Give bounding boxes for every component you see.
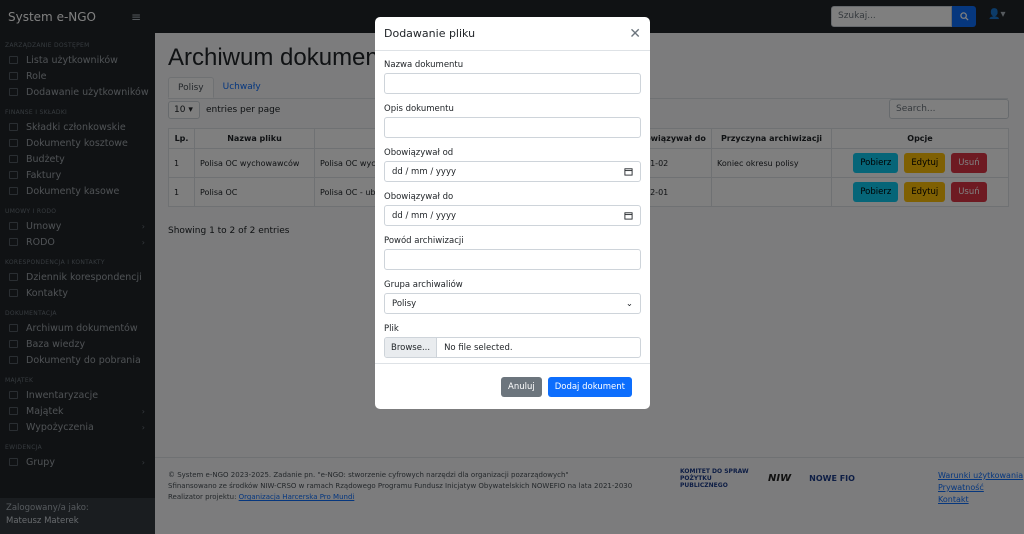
file-input[interactable]: Browse... No file selected. xyxy=(384,337,641,358)
modal-title: Dodawanie pliku xyxy=(384,27,476,40)
modal-body: Nazwa dokumentu Opis dokumentu Obowiązyw… xyxy=(375,51,650,358)
modal-footer: Anuluj Dodaj dokument xyxy=(375,363,650,409)
valid-from-value: dd / mm / yyyy xyxy=(392,166,457,177)
valid-to-label: Obowiązywał do xyxy=(384,192,454,202)
valid-from-label: Obowiązywał od xyxy=(384,148,454,158)
browse-button[interactable]: Browse... xyxy=(385,338,438,357)
chevron-down-icon: ⌄ xyxy=(625,298,633,309)
add-document-button[interactable]: Dodaj dokument xyxy=(547,376,632,397)
doc-desc-label: Opis dokumentu xyxy=(384,104,454,114)
cancel-button[interactable]: Anuluj xyxy=(501,376,542,397)
calendar-icon[interactable] xyxy=(624,167,633,176)
doc-name-label: Nazwa dokumentu xyxy=(384,60,464,70)
group-label: Grupa archiwaliów xyxy=(384,280,463,290)
valid-from-date-input[interactable]: dd / mm / yyyy xyxy=(384,161,641,182)
reason-input[interactable] xyxy=(384,249,641,270)
file-label: Plik xyxy=(384,324,399,334)
reason-label: Powód archiwizacji xyxy=(384,236,464,246)
modal-header: Dodawanie pliku ✕ xyxy=(375,17,650,51)
add-file-modal: Dodawanie pliku ✕ Nazwa dokumentu Opis d… xyxy=(375,17,650,409)
valid-to-date-input[interactable]: dd / mm / yyyy xyxy=(384,205,641,226)
group-select-value: Polisy xyxy=(392,298,417,309)
file-status: No file selected. xyxy=(444,342,513,353)
calendar-icon[interactable] xyxy=(624,211,633,220)
group-select[interactable]: Polisy ⌄ xyxy=(384,293,641,314)
close-icon[interactable]: ✕ xyxy=(629,27,641,41)
valid-to-value: dd / mm / yyyy xyxy=(392,210,457,221)
doc-name-input[interactable] xyxy=(384,73,641,94)
doc-desc-input[interactable] xyxy=(384,117,641,138)
